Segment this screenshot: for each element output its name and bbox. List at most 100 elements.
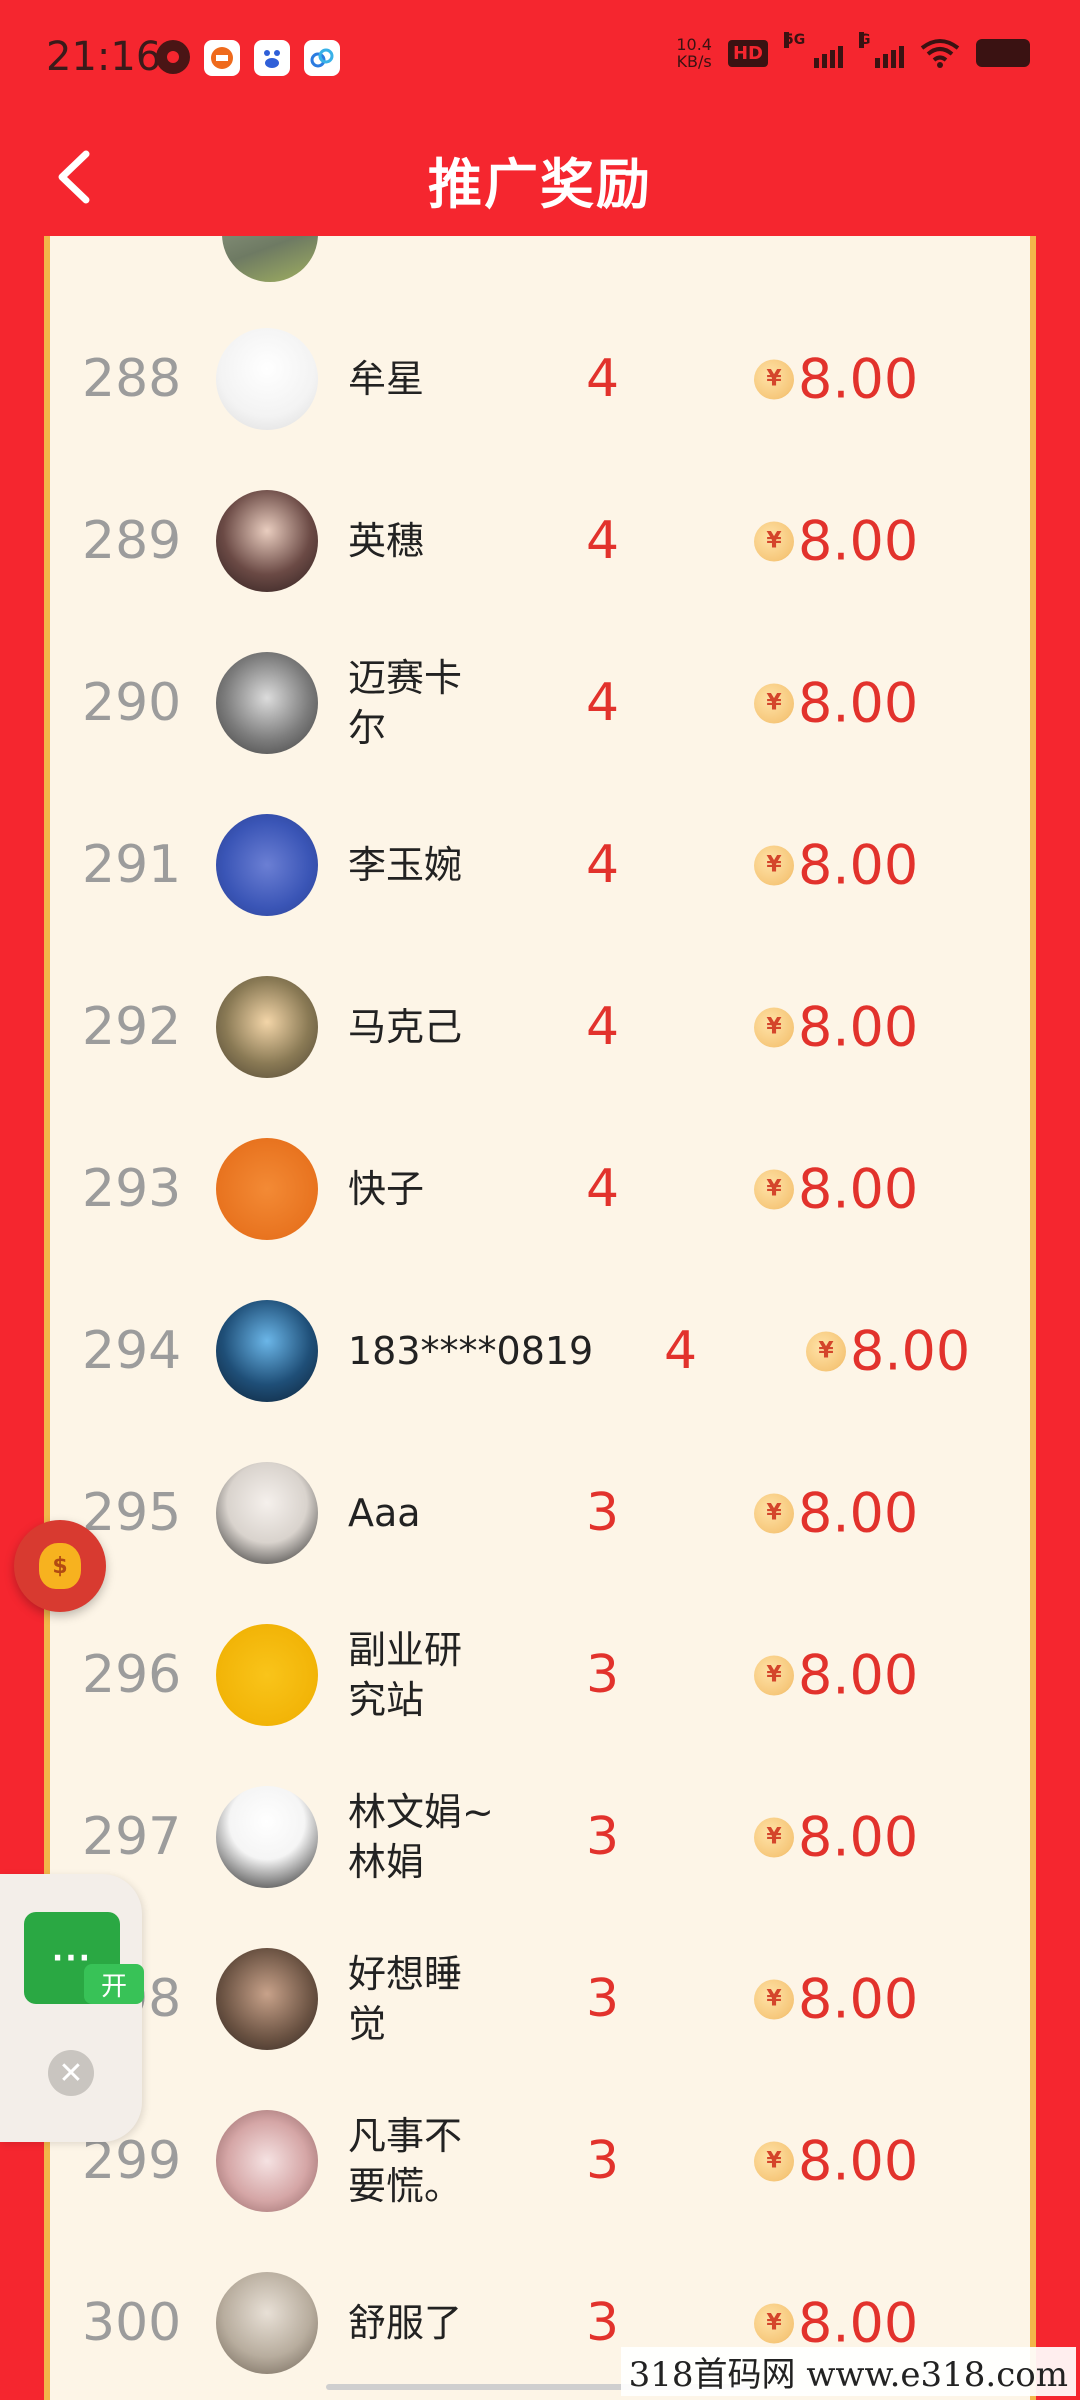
reward-amount: ¥8.00 xyxy=(754,834,918,897)
signal-g-label: G xyxy=(859,32,871,48)
list-item: 293 快子 4 ¥8.00 xyxy=(50,1108,1030,1270)
status-system-icons: 10.4 KB/s HD 5G G xyxy=(676,32,1030,70)
header-bar: 推广奖励 xyxy=(0,118,1080,236)
app-notification-icon xyxy=(204,40,240,76)
avatar xyxy=(216,814,318,916)
coin-icon: ¥ xyxy=(754,1169,794,1209)
cloud-app-icon xyxy=(304,40,340,76)
coin-icon: ¥ xyxy=(754,1979,794,2019)
invite-count: 3 xyxy=(586,2293,620,2353)
reward-value: 8.00 xyxy=(798,1157,919,1221)
reward-value: 8.00 xyxy=(798,671,919,735)
reward-value: 8.00 xyxy=(798,1967,919,2031)
invite-count: 4 xyxy=(586,511,620,571)
signal-g-icon: G xyxy=(859,32,904,68)
list-item: 292 马克己 4 ¥8.00 xyxy=(50,946,1030,1108)
invite-count: 3 xyxy=(586,1807,620,1867)
invite-count: 4 xyxy=(664,1321,698,1381)
reward-amount: ¥8.00 xyxy=(754,1644,918,1707)
floating-widget: ··· 开 ✕ xyxy=(0,1874,144,2142)
rank-number: 300 xyxy=(82,2293,182,2353)
avatar xyxy=(216,1786,318,1888)
rank-number: 290 xyxy=(82,673,182,733)
user-name: 迈赛卡尔 xyxy=(348,656,463,750)
reward-amount: ¥8.00 xyxy=(754,510,918,573)
reward-amount: ¥8.00 xyxy=(754,1968,918,2031)
avatar xyxy=(216,652,318,754)
rank-number: 295 xyxy=(82,1483,182,1543)
reward-amount: ¥8.00 xyxy=(754,2130,918,2193)
list-item: 289 英穗 4 ¥8.00 xyxy=(50,460,1030,622)
reward-amount: ¥8.00 xyxy=(754,1482,918,1545)
rank-number: 288 xyxy=(82,349,182,409)
user-name: 凡事不要慌。 xyxy=(348,2114,463,2208)
avatar xyxy=(216,2110,318,2212)
reward-amount: ¥8.00 xyxy=(754,1806,918,1869)
coin-icon: ¥ xyxy=(754,1817,794,1857)
rank-number: 289 xyxy=(82,511,182,571)
user-name: 好想睡觉 xyxy=(348,1952,463,2046)
avatar xyxy=(216,328,318,430)
reward-value: 8.00 xyxy=(850,1319,971,1383)
baidu-app-icon xyxy=(254,40,290,76)
reward-value: 8.00 xyxy=(798,1481,919,1545)
reward-amount: ¥8.00 xyxy=(754,348,918,411)
reward-value: 8.00 xyxy=(798,995,919,1059)
rank-number: 294 xyxy=(82,1321,182,1381)
user-name: 林文娟~林娟 xyxy=(348,1790,494,1884)
signal-5g-icon: 5G xyxy=(784,32,843,68)
reward-value: 8.00 xyxy=(798,1643,919,1707)
list-item: 298好想睡觉3¥8.00 xyxy=(50,1918,1030,2080)
user-name: 英穗 xyxy=(348,519,425,563)
status-time: 21:16 xyxy=(46,34,162,80)
coin-icon: ¥ xyxy=(754,2141,794,2181)
battery-icon xyxy=(976,39,1030,67)
status-notification-icons xyxy=(156,40,340,76)
user-name: 快子 xyxy=(348,1167,425,1211)
coin-icon: ¥ xyxy=(754,2303,794,2343)
invite-count: 4 xyxy=(586,349,620,409)
invite-count: 3 xyxy=(586,1969,620,2029)
reward-list-panel[interactable]: 288 牟星 4 ¥8.00 289 英穗 4 ¥8.00 290 迈赛卡尔 4 ¥8.00 291 李玉… xyxy=(44,236,1036,2400)
invite-count: 4 xyxy=(586,997,620,1057)
avatar xyxy=(222,236,318,282)
reward-amount: ¥8.00 xyxy=(754,2292,918,2355)
reward-value: 8.00 xyxy=(798,2129,919,2193)
user-name: 牟星 xyxy=(348,357,425,401)
coin-icon: ¥ xyxy=(754,683,794,723)
network-speed: 10.4 KB/s xyxy=(676,36,712,70)
reward-amount: ¥8.00 xyxy=(754,672,918,735)
coin-icon: ¥ xyxy=(754,521,794,561)
avatar xyxy=(216,1300,318,1402)
open-badge[interactable]: 开 xyxy=(84,1964,144,2004)
coin-icon: ¥ xyxy=(754,1493,794,1533)
user-name: 183****0819 xyxy=(348,1329,594,1373)
list-item: 294 183****0819 4 ¥8.00 xyxy=(50,1270,1030,1432)
invite-count: 3 xyxy=(586,2131,620,2191)
avatar xyxy=(216,1624,318,1726)
coin-icon: ¥ xyxy=(754,1655,794,1695)
signal-5g-label: 5G xyxy=(784,32,806,48)
list-item: 291 李玉婉 4 ¥8.00 xyxy=(50,784,1030,946)
avatar xyxy=(216,1138,318,1240)
user-name: Aaa xyxy=(348,1491,421,1535)
rank-number: 292 xyxy=(82,997,182,1057)
list-item: 297 林文娟~林娟 3 ¥8.00 xyxy=(50,1756,1030,1918)
rank-number: 291 xyxy=(82,835,182,895)
reward-value: 8.00 xyxy=(798,509,919,573)
reward-amount: ¥8.00 xyxy=(754,1158,918,1221)
user-name: 李玉婉 xyxy=(348,843,463,887)
list-item: 290 迈赛卡尔 4 ¥8.00 xyxy=(50,622,1030,784)
close-icon[interactable]: ✕ xyxy=(48,2050,94,2096)
rank-number: 293 xyxy=(82,1159,182,1219)
coin-icon: ¥ xyxy=(754,1007,794,1047)
status-bar: 21:16 10.4 KB/s HD 5G G xyxy=(0,0,1080,118)
avatar xyxy=(216,2272,318,2374)
reward-amount: ¥8.00 xyxy=(754,996,918,1059)
money-bag-button[interactable]: $ xyxy=(14,1520,106,1612)
coin-icon: ¥ xyxy=(754,845,794,885)
avatar xyxy=(216,1462,318,1564)
wifi-icon xyxy=(920,39,960,68)
invite-count: 4 xyxy=(586,835,620,895)
reward-value: 8.00 xyxy=(798,347,919,411)
